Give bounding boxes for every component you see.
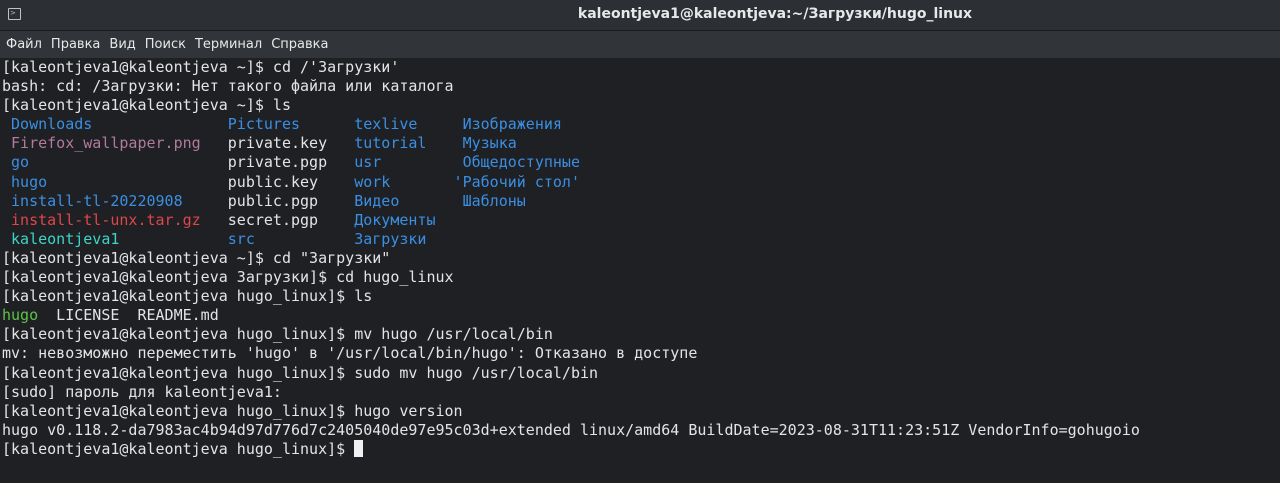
terminal-text: [kaleontjeva1@kaleontjeva ~]$ ls bbox=[2, 96, 291, 115]
terminal-line: [kaleontjeva1@kaleontjeva hugo_linux]$ h… bbox=[2, 402, 1140, 421]
terminal-text: mv: невозможно переместить 'hugo' в '/us… bbox=[2, 344, 698, 363]
terminal-text: [kaleontjeva1@kaleontjeva hugo_linux]$ h… bbox=[2, 401, 463, 420]
file-entry-dir: Музыка bbox=[462, 134, 517, 153]
file-entry-dir: tutorial bbox=[354, 134, 427, 153]
terminal-line: go private.pgp usr Общедоступные bbox=[2, 153, 1140, 172]
terminal-line: install-tl-unx.tar.gz secret.pgp Докумен… bbox=[2, 211, 1140, 230]
menu-edit[interactable]: Правка bbox=[48, 31, 103, 58]
terminal-line: [kaleontjeva1@kaleontjeva ~]$ cd /'Загру… bbox=[2, 58, 1140, 77]
terminal-text: public.key bbox=[47, 172, 355, 191]
file-entry-dir: Документы bbox=[354, 210, 436, 229]
terminal-text: LICENSE README.md bbox=[38, 306, 219, 325]
file-entry-exec: hugo bbox=[2, 306, 39, 325]
terminal-line: [kaleontjeva1@kaleontjeva Загрузки]$ cd … bbox=[2, 268, 1140, 287]
terminal-line: [kaleontjeva1@kaleontjeva hugo_linux]$ bbox=[2, 439, 1140, 459]
file-entry-dir: Загрузки bbox=[354, 229, 427, 248]
terminal-text: [kaleontjeva1@kaleontjeva ~]$ cd "Загруз… bbox=[2, 248, 391, 267]
file-entry-dir: src bbox=[227, 229, 255, 248]
file-entry-dir: Видео bbox=[354, 191, 400, 210]
terminal-text: secret.pgp bbox=[200, 210, 355, 229]
file-entry-dir: Downloads bbox=[11, 115, 93, 134]
file-entry-dir: Шаблоны bbox=[462, 191, 526, 210]
terminal-line: [kaleontjeva1@kaleontjeva ~]$ cd "Загруз… bbox=[2, 249, 1140, 268]
file-entry-dir: go bbox=[11, 153, 30, 172]
terminal-text: public.pgp bbox=[182, 191, 355, 210]
menu-bar: Файл Правка Вид Поиск Терминал Справка bbox=[0, 31, 1280, 58]
terminal-text: [sudo] пароль для kaleontjeva1: bbox=[2, 382, 282, 401]
menu-terminal[interactable]: Терминал bbox=[192, 31, 265, 58]
file-entry-archive: install-tl-unx.tar.gz bbox=[11, 210, 201, 229]
file-entry-dir: Pictures bbox=[227, 115, 301, 134]
terminal-text: [kaleontjeva1@kaleontjeva Загрузки]$ cd … bbox=[2, 268, 454, 287]
terminal-line: hugo v0.118.2-da7983ac4b94d97d776d7c2405… bbox=[2, 421, 1140, 440]
file-entry-dir: texlive bbox=[354, 115, 418, 134]
terminal-text: bash: cd: /Загрузки: Нет такого файла ил… bbox=[2, 77, 454, 96]
terminal-text: hugo v0.118.2-da7983ac4b94d97d776d7c2405… bbox=[2, 420, 1140, 439]
menu-search[interactable]: Поиск bbox=[142, 31, 189, 58]
menu-view[interactable]: Вид bbox=[106, 31, 138, 58]
terminal-line: [kaleontjeva1@kaleontjeva hugo_linux]$ m… bbox=[2, 325, 1140, 344]
terminal-line: Downloads Pictures texlive Изображения bbox=[2, 115, 1140, 134]
cursor bbox=[354, 439, 364, 457]
menu-file[interactable]: Файл bbox=[3, 31, 45, 58]
file-entry-dir: Изображения bbox=[462, 115, 562, 134]
file-entry-dir: 'Рабочий стол' bbox=[453, 172, 580, 191]
terminal-line: [kaleontjeva1@kaleontjeva hugo_linux]$ l… bbox=[2, 287, 1140, 306]
terminal-line: [sudo] пароль для kaleontjeva1: bbox=[2, 383, 1140, 402]
terminal-text: [kaleontjeva1@kaleontjeva hugo_linux]$ bbox=[2, 439, 355, 458]
terminal-line: bash: cd: /Загрузки: Нет такого файла ил… bbox=[2, 77, 1140, 96]
window-title: kaleontjeva1@kaleontjeva:~/Загрузки/hugo… bbox=[577, 6, 973, 22]
file-entry-dir: install-tl-20220908 bbox=[11, 191, 183, 210]
terminal-line: Firefox_wallpaper.png private.key tutori… bbox=[2, 134, 1140, 153]
terminal-line: install-tl-20220908 public.pgp Видео Шаб… bbox=[2, 192, 1140, 211]
title-bar: > kaleontjeva1@kaleontjeva:~/Загрузки/hu… bbox=[0, 0, 1280, 31]
terminal-line: hugo LICENSE README.md bbox=[2, 306, 1140, 325]
file-entry-dir: usr bbox=[354, 153, 382, 172]
file-entry-dir: hugo bbox=[11, 172, 48, 191]
terminal-line: hugo public.key work 'Рабочий стол' bbox=[2, 173, 1140, 192]
terminal-line: [kaleontjeva1@kaleontjeva hugo_linux]$ s… bbox=[2, 364, 1140, 383]
terminal-text: [kaleontjeva1@kaleontjeva ~]$ cd /'Загру… bbox=[2, 58, 400, 76]
file-entry-dir: work bbox=[354, 172, 391, 191]
terminal-text: private.key bbox=[200, 134, 355, 153]
file-entry-dir: Общедоступные bbox=[462, 153, 580, 172]
terminal-line: kaleontjeva1 src Загрузки bbox=[2, 230, 1140, 249]
terminal-text: private.pgp bbox=[29, 153, 355, 172]
terminal-line: [kaleontjeva1@kaleontjeva ~]$ ls bbox=[2, 96, 1140, 115]
terminal-line: mv: невозможно переместить 'hugo' в '/us… bbox=[2, 344, 1140, 363]
terminal-text: [kaleontjeva1@kaleontjeva hugo_linux]$ m… bbox=[2, 325, 553, 344]
menu-help[interactable]: Справка bbox=[268, 31, 331, 58]
terminal-text: [kaleontjeva1@kaleontjeva hugo_linux]$ s… bbox=[2, 363, 599, 382]
file-entry-link: kaleontjeva1 bbox=[11, 229, 120, 248]
file-entry-image: Firefox_wallpaper.png bbox=[11, 134, 201, 153]
terminal-output[interactable]: [kaleontjeva1@kaleontjeva ~]$ cd /'Загру… bbox=[2, 58, 1140, 459]
terminal-text: [kaleontjeva1@kaleontjeva hugo_linux]$ l… bbox=[2, 287, 373, 306]
